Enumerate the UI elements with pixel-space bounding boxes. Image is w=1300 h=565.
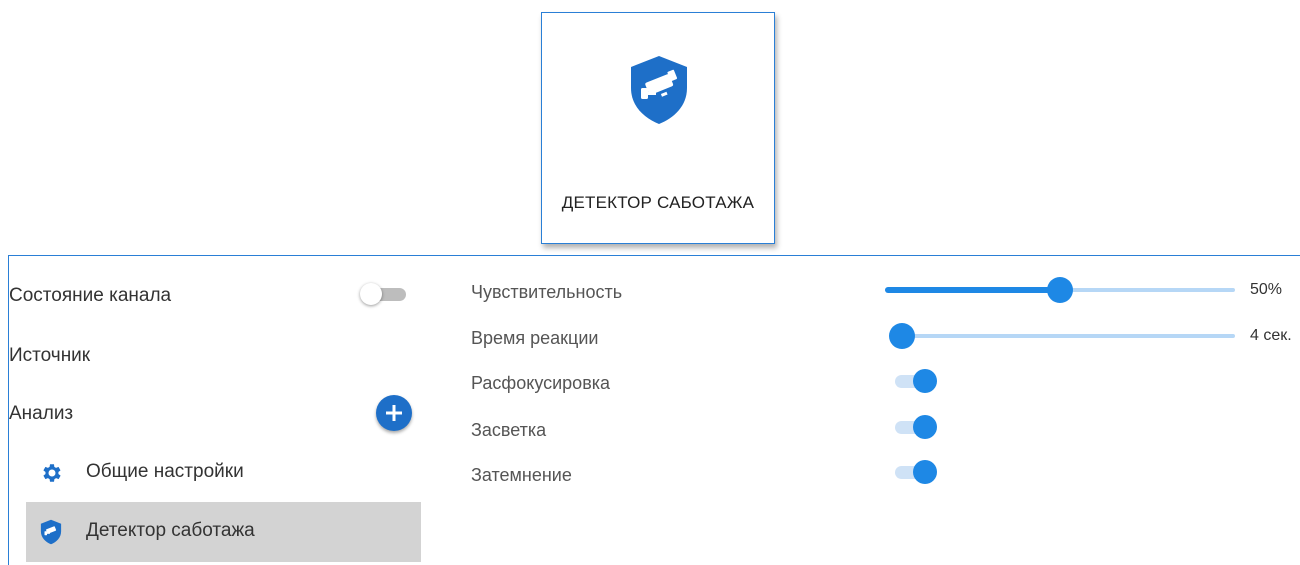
card-title: ДЕТЕКТОР САБОТАЖА	[561, 193, 755, 212]
reaction-time-label: Время реакции	[471, 328, 599, 348]
defocus-toggle[interactable]	[893, 368, 939, 394]
sensitivity-slider-thumb[interactable]	[1047, 277, 1073, 303]
reaction-time-slider[interactable]	[889, 321, 1235, 351]
sidebar-item-tamper-detector[interactable]: Детектор саботажа	[26, 502, 421, 562]
tamper-detector-card[interactable]: ДЕТЕКТОР САБОТАЖА	[541, 12, 775, 244]
flare-toggle[interactable]	[893, 414, 939, 440]
reaction-time-slider-thumb[interactable]	[889, 323, 915, 349]
sidebar-item-label: Общие настройки	[86, 461, 244, 482]
flare-label: Засветка	[471, 420, 547, 440]
plus-icon	[386, 405, 402, 421]
sidebar-item-source[interactable]: Источник	[9, 345, 90, 367]
sensitivity-value: 50%	[1250, 281, 1283, 298]
channel-state-toggle[interactable]	[360, 283, 408, 305]
gear-icon	[43, 464, 61, 482]
channel-state-label: Состояние канала	[9, 285, 172, 306]
sensitivity-label: Чувствительность	[471, 282, 623, 302]
darkening-toggle[interactable]	[893, 459, 939, 485]
reaction-time-value: 4 сек.	[1250, 327, 1292, 344]
shield-camera-icon	[631, 56, 687, 124]
add-analysis-button[interactable]	[376, 395, 412, 431]
defocus-label: Расфокусировка	[471, 373, 611, 393]
sidebar-item-analysis[interactable]: Анализ	[9, 403, 73, 425]
darkening-label: Затемнение	[471, 465, 572, 485]
sidebar-item-label: Детектор саботажа	[86, 520, 255, 541]
sensitivity-slider[interactable]	[885, 275, 1235, 305]
shield-camera-icon	[40, 519, 62, 545]
sidebar-item-general-settings[interactable]: Общие настройки	[26, 443, 421, 503]
